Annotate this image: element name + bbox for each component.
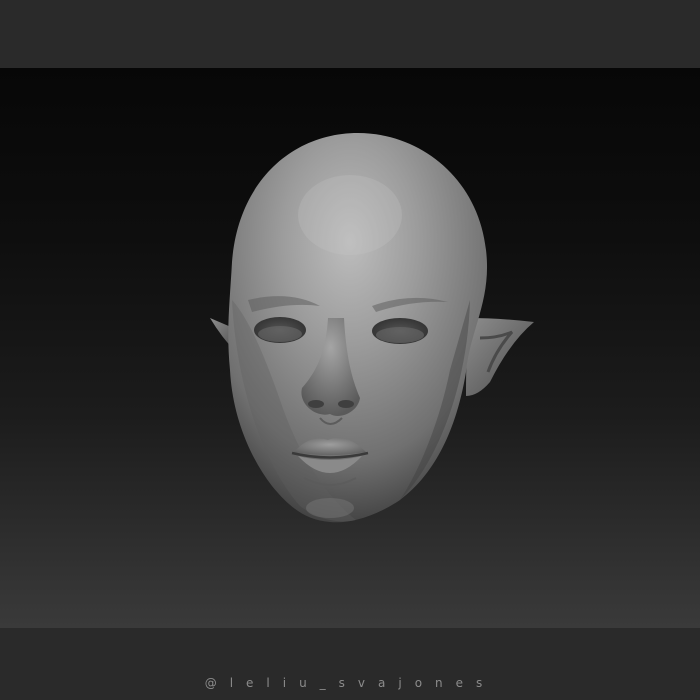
watermark-handle: @leliu_svajones [204,676,496,690]
render-viewport [0,68,700,628]
top-band [0,0,700,68]
chin [306,498,354,518]
image-frame: @leliu_svajones [0,0,700,700]
sculpted-head-render [210,133,534,523]
right-ear [466,318,534,396]
